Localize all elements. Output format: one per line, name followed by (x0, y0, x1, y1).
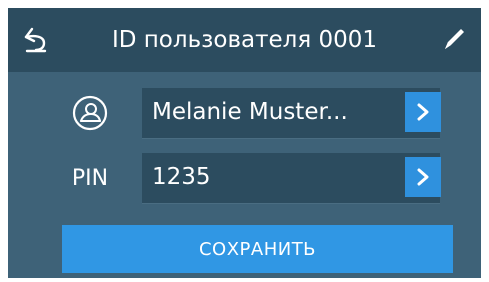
user-name-field[interactable]: Melanie Muster... (142, 88, 440, 139)
page-title: ID пользователя 0001 (111, 27, 378, 53)
save-button[interactable]: СОХРАНИТЬ (62, 225, 453, 273)
pin-label-cell: PIN (52, 153, 128, 203)
header-bar: ID пользователя 0001 (8, 8, 481, 72)
chevron-right-icon (417, 103, 429, 121)
user-name-value: Melanie Muster... (152, 99, 348, 125)
pin-value: 1235 (152, 164, 211, 190)
user-icon-cell (52, 88, 128, 138)
pin-field[interactable]: 1235 (142, 153, 440, 204)
pin-edit-button[interactable] (405, 157, 441, 197)
pin-label: PIN (71, 165, 109, 191)
back-arrow-icon[interactable] (22, 24, 50, 54)
chevron-right-icon (417, 168, 429, 186)
screen: ID пользователя 0001 Melanie Muster... P… (8, 8, 481, 278)
pencil-icon[interactable] (439, 24, 469, 54)
user-avatar-icon (72, 95, 108, 131)
user-select-button[interactable] (405, 92, 441, 132)
